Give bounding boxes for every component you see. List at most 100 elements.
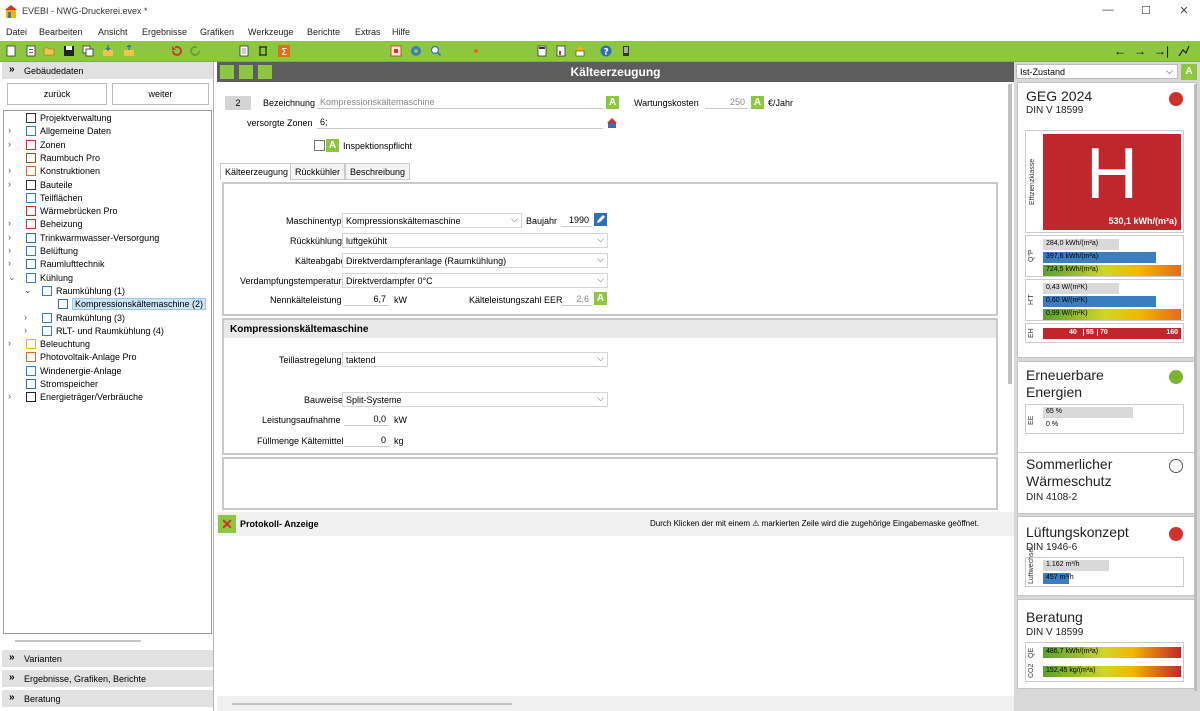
close-button[interactable]: ✕ (1174, 4, 1194, 20)
collapsed-chevron-icon[interactable]: › (8, 125, 11, 135)
zonen-input[interactable]: 6; (317, 115, 603, 129)
arrow-left-icon[interactable]: ← (1114, 44, 1126, 58)
expanded-chevron-icon[interactable]: ⌄ (8, 272, 16, 283)
chevron-down-icon: ⌵ (597, 234, 604, 244)
menu-grafiken[interactable]: Grafiken (200, 27, 234, 37)
collapsed-chevron-icon[interactable]: › (8, 338, 11, 348)
sws-card[interactable]: Sommerlicher Wärmeschutz DIN 4108-2 (1017, 452, 1197, 514)
auto-a-icon[interactable]: A (594, 292, 607, 305)
menu-hilfe[interactable]: Hilfe (392, 27, 410, 37)
geg-card[interactable]: GEG 2024 DIN V 18599 Effizienzklasse H 5… (1017, 82, 1197, 358)
bauweise-select[interactable]: Split-Systeme ⌵ (342, 392, 608, 407)
copy-icon[interactable] (82, 45, 94, 57)
globe-icon[interactable] (410, 45, 422, 57)
phone-icon[interactable] (620, 45, 632, 57)
tree-node-icon (26, 166, 36, 177)
sun-icon[interactable] (470, 45, 482, 57)
teillast-select[interactable]: taktend ⌵ (342, 352, 608, 367)
beratung-card[interactable]: Beratung DIN V 18599 QE 486,7 kWh/(m²a) … (1017, 599, 1197, 689)
minimize-button[interactable]: — (1098, 4, 1118, 20)
eer-input[interactable]: 2,6 (562, 292, 592, 306)
variant-select[interactable]: Ist-Zustand ⌵ (1016, 64, 1178, 79)
rueckkuehlung-select[interactable]: luftgekühlt ⌵ (342, 233, 608, 248)
collapsed-chevron-icon[interactable]: › (24, 312, 27, 322)
tab-kaelteerzeugung[interactable]: Kälteerzeugung (220, 163, 294, 180)
section-varianten[interactable]: » Varianten (2, 650, 213, 667)
menu-bearbeiten[interactable]: Bearbeiten (39, 27, 83, 37)
bezeichnung-input[interactable]: Kompressionskältemaschine (317, 95, 603, 109)
auto-a-icon[interactable]: A (606, 96, 619, 109)
arrow-right-icon[interactable]: → (1134, 44, 1146, 58)
zoom-icon[interactable] (430, 45, 442, 57)
auto-a-icon[interactable]: A (1181, 64, 1197, 80)
undo-icon[interactable] (170, 45, 182, 57)
horizontal-scrollbar[interactable] (232, 703, 512, 705)
structure-icon[interactable] (257, 45, 269, 57)
sidebar-header[interactable]: » Gebäudedaten (2, 62, 213, 79)
tree-item-label: Trinkwarmwasser-Versorgung (40, 232, 160, 243)
report-icon[interactable] (390, 45, 402, 57)
auto-a-icon[interactable]: A (326, 139, 339, 152)
leistungsaufnahme-input[interactable]: 0,0 (344, 412, 389, 426)
next-button[interactable]: weiter (112, 83, 209, 105)
document-icon[interactable] (238, 45, 250, 57)
section-beratung[interactable]: » Beratung (2, 690, 213, 707)
collapsed-chevron-icon[interactable]: › (8, 232, 11, 242)
menu-berichte[interactable]: Berichte (307, 27, 340, 37)
section-ergebnisse[interactable]: » Ergebnisse, Grafiken, Berichte (2, 670, 213, 687)
tab-beschreibung[interactable]: Beschreibung (345, 163, 411, 180)
protokoll-bar[interactable]: ✕ Protokoll- Anzeige Durch Klicken der m… (217, 512, 1014, 536)
collapsed-chevron-icon[interactable]: › (8, 258, 11, 268)
verdampfung-select[interactable]: Direktverdampfer 0°C ⌵ (342, 273, 608, 288)
help-icon[interactable]: ? (600, 45, 612, 57)
menu-extras[interactable]: Extras (355, 27, 381, 37)
zone-house-icon[interactable] (606, 117, 618, 129)
nennleistung-input[interactable]: 6,7 (344, 292, 389, 306)
collapsed-chevron-icon[interactable]: › (24, 325, 27, 335)
main-scrollbar[interactable] (1008, 84, 1012, 384)
collapsed-chevron-icon[interactable]: › (8, 139, 11, 149)
house-icon[interactable] (574, 45, 586, 57)
collapsed-chevron-icon[interactable]: › (8, 165, 11, 175)
export-icon[interactable] (123, 45, 135, 57)
ee-box: EE 65 % 0 % (1025, 404, 1184, 434)
collapsed-chevron-icon[interactable]: › (8, 391, 11, 401)
menu-datei[interactable]: Datei (6, 27, 27, 37)
menu-ergebnisse[interactable]: Ergebnisse (142, 27, 187, 37)
menu-werkzeuge[interactable]: Werkzeuge (248, 27, 293, 37)
new-file-icon[interactable] (5, 45, 17, 57)
template-icon[interactable] (25, 45, 37, 57)
wartung-input[interactable]: 250 (705, 95, 748, 109)
ee-card[interactable]: Erneuerbare Energien EE 65 % 0 % (1017, 361, 1197, 453)
lueftung-card[interactable]: Lüftungskonzept DIN 1946-6 Luftwechsel 1… (1017, 516, 1197, 596)
maschinentyp-select[interactable]: Kompressionskältemaschine ⌵ (342, 213, 522, 228)
expanded-chevron-icon[interactable]: ⌄ (24, 285, 32, 296)
redo-icon[interactable] (190, 45, 202, 57)
import-icon[interactable] (102, 45, 114, 57)
collapsed-chevron-icon[interactable]: › (8, 218, 11, 228)
tab-rueckkuehler[interactable]: Rückkühler (290, 163, 346, 180)
fuellmenge-input[interactable]: 0 (344, 433, 389, 447)
ee-status-dot (1169, 370, 1183, 384)
sum-icon[interactable]: Σ (278, 45, 290, 57)
edit-pencil-icon[interactable] (594, 213, 607, 226)
collapsed-chevron-icon[interactable]: › (8, 245, 11, 255)
back-button[interactable]: zurück (7, 83, 107, 105)
chart-doc-icon[interactable] (555, 45, 567, 57)
open-folder-icon[interactable] (43, 45, 55, 57)
arrow-end-icon[interactable]: →| (1154, 44, 1169, 58)
calculator-icon[interactable] (536, 45, 548, 57)
collapsed-chevron-icon[interactable]: › (8, 179, 11, 189)
maximize-button[interactable]: ☐ (1136, 4, 1156, 20)
inspektion-checkbox[interactable] (314, 140, 325, 151)
kaelteabgabe-select[interactable]: Direktverdampferanlage (Raumkühlung) ⌵ (342, 253, 608, 268)
close-protokoll-icon[interactable]: ✕ (218, 515, 236, 533)
menu-ansicht[interactable]: Ansicht (98, 27, 128, 37)
save-icon[interactable] (63, 45, 75, 57)
co2-label: CO2 (1028, 663, 1035, 679)
tree-scrollbar[interactable] (15, 640, 141, 642)
auto-a-icon[interactable]: A (751, 96, 764, 109)
baujahr-input[interactable]: 1990 (562, 213, 592, 227)
graph-icon[interactable] (1178, 45, 1190, 57)
right-scrollbar[interactable] (1194, 84, 1197, 691)
